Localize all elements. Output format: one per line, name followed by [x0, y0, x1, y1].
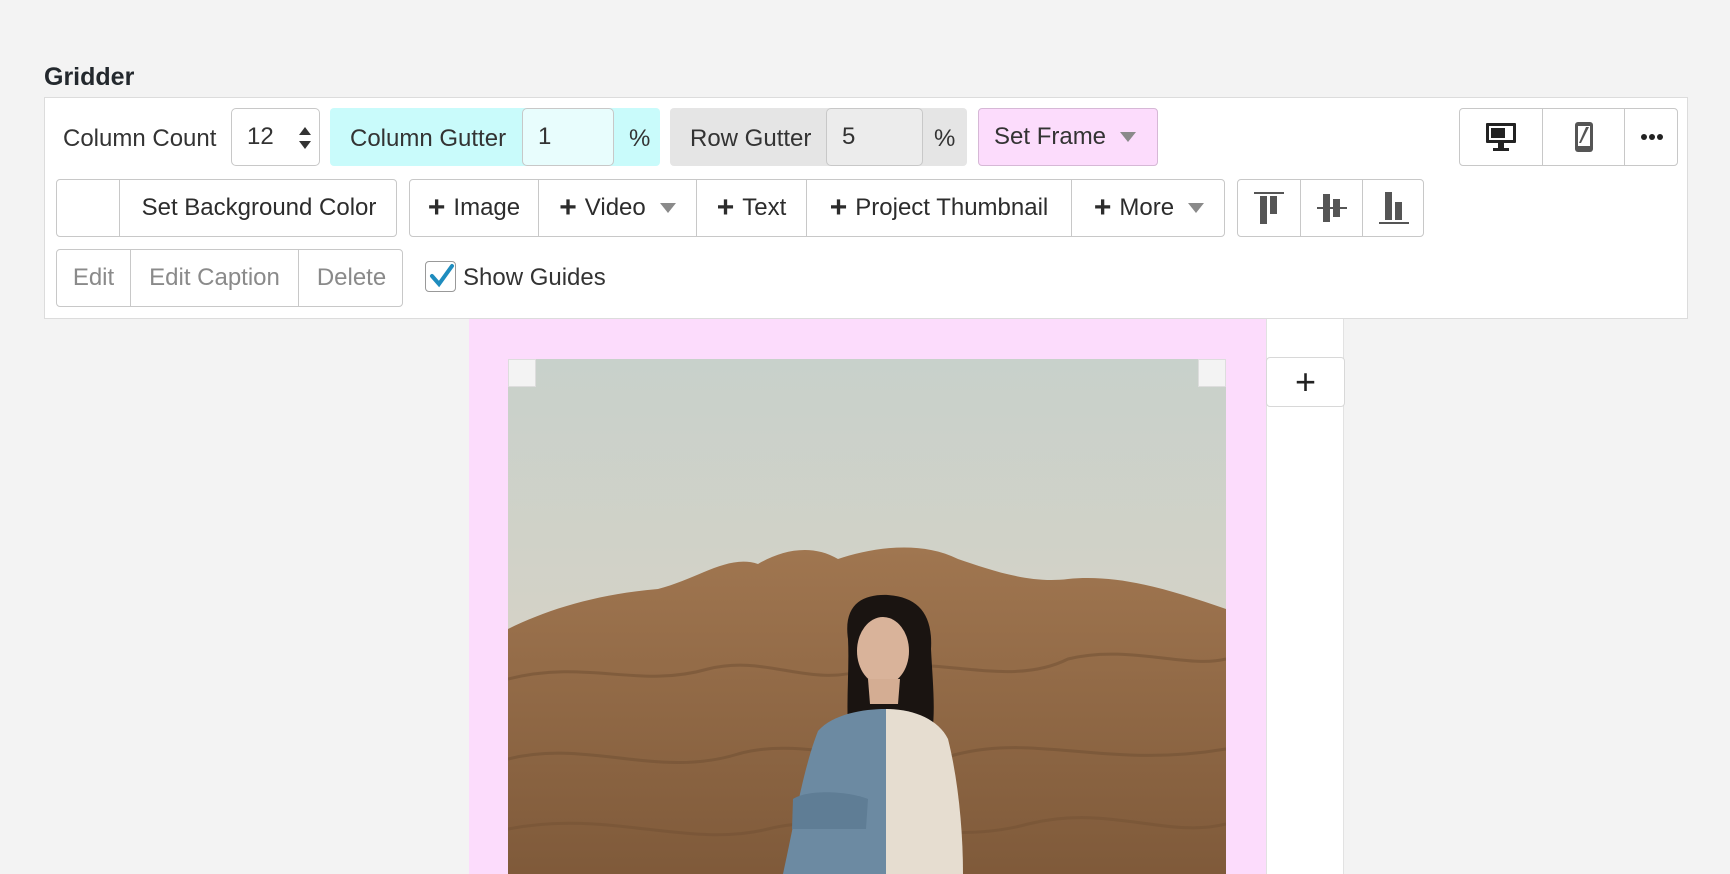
more-icon — [1641, 134, 1663, 140]
spinner-arrows-icon — [299, 127, 311, 149]
chevron-down-icon — [659, 203, 676, 213]
section-title: Gridder — [44, 63, 135, 91]
row-gutter-input[interactable]: 5 — [826, 108, 923, 166]
plus-icon: + — [829, 191, 848, 224]
view-switcher — [1459, 108, 1678, 166]
align-top-icon — [1254, 192, 1284, 224]
photo-item[interactable] — [508, 359, 1226, 874]
more-options-button[interactable] — [1624, 109, 1679, 165]
column-count-value: 12 — [247, 123, 274, 150]
column-count-select[interactable]: 12 — [231, 108, 320, 166]
align-middle-button[interactable] — [1300, 180, 1362, 236]
checkmark-icon — [430, 264, 454, 288]
add-video-label: Video — [584, 194, 646, 221]
add-more-label: More — [1119, 194, 1175, 221]
show-guides-checkbox[interactable] — [425, 261, 456, 292]
plus-icon: + — [1093, 191, 1112, 224]
delete-label: Delete — [316, 264, 387, 291]
add-column-button[interactable]: + — [1266, 357, 1345, 407]
background-color-control: Set Background Color — [56, 179, 397, 237]
edit-button[interactable]: Edit — [57, 250, 130, 306]
add-item-group: + Image + Video + Text + Project Thumbnail +… — [409, 179, 1225, 237]
plus-icon: + — [427, 191, 446, 224]
add-image-button[interactable]: + Image — [410, 180, 538, 236]
mobile-icon — [1574, 122, 1593, 152]
resize-handle-top-left[interactable] — [508, 359, 536, 387]
edit-caption-button[interactable]: Edit Caption — [130, 250, 298, 306]
align-middle-icon — [1316, 194, 1347, 222]
resize-handle-top-right[interactable] — [1198, 359, 1226, 387]
set-background-color-label: Set Background Color — [141, 194, 377, 221]
vertical-align-group — [1237, 179, 1424, 237]
set-frame-button[interactable]: Set Frame — [978, 108, 1158, 166]
show-guides-label: Show Guides — [463, 264, 606, 291]
chevron-down-icon — [1188, 203, 1205, 213]
align-bottom-icon — [1379, 192, 1409, 224]
desktop-view-button[interactable] — [1460, 109, 1542, 165]
photo-image — [508, 359, 1226, 874]
plus-icon: + — [716, 191, 735, 224]
add-image-label: Image — [453, 194, 521, 221]
plus-icon: + — [559, 191, 577, 224]
set-background-color-button[interactable]: Set Background Color — [119, 180, 398, 236]
column-count-label: Column Count — [63, 125, 217, 152]
item-actions-group: Edit Edit Caption Delete — [56, 249, 403, 307]
background-color-swatch[interactable] — [57, 180, 119, 236]
edit-label: Edit — [72, 264, 115, 291]
row-gutter-label: Row Gutter — [690, 125, 812, 152]
add-more-button[interactable]: + More — [1071, 180, 1226, 236]
edit-caption-label: Edit Caption — [149, 264, 280, 291]
mobile-view-button[interactable] — [1542, 109, 1624, 165]
add-project-thumbnail-button[interactable]: + Project Thumbnail — [806, 180, 1071, 236]
align-top-button[interactable] — [1238, 180, 1300, 236]
gridder-toolbar: Column Count 12 Column Gutter 1 % Row Gu… — [44, 97, 1688, 319]
column-gutter-group: Column Gutter 1 % — [330, 108, 660, 166]
column-gutter-input[interactable]: 1 — [522, 108, 614, 166]
add-text-button[interactable]: + Text — [696, 180, 806, 236]
desktop-icon — [1486, 123, 1516, 151]
column-gutter-unit: % — [629, 125, 651, 152]
add-video-button[interactable]: + Video — [538, 180, 696, 236]
delete-button[interactable]: Delete — [298, 250, 404, 306]
chevron-down-icon — [1120, 132, 1137, 142]
row-gutter-unit: % — [934, 125, 956, 152]
set-frame-label: Set Frame — [994, 123, 1107, 150]
add-project-thumbnail-label: Project Thumbnail — [855, 194, 1049, 221]
row-gutter-group: Row Gutter 5 % — [670, 108, 967, 166]
align-bottom-button[interactable] — [1362, 180, 1425, 236]
column-gutter-label: Column Gutter — [350, 125, 507, 152]
add-text-label: Text — [742, 194, 787, 221]
